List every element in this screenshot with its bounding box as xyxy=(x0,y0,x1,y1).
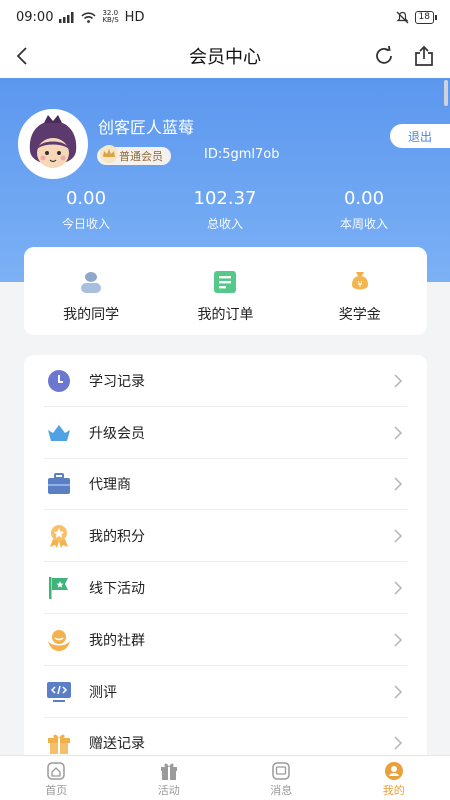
stat-label: 本周收入 xyxy=(339,217,388,231)
tab-messages[interactable]: 消息 xyxy=(225,756,338,800)
chevron-right-icon xyxy=(394,685,403,699)
points-medal-icon xyxy=(46,523,72,549)
tab-label: 首页 xyxy=(45,784,68,797)
status-time: 09:00 xyxy=(16,9,54,25)
stat-value: 102.37 xyxy=(193,188,257,209)
clock-icon xyxy=(46,368,72,394)
gift-icon xyxy=(46,730,72,755)
user-id: ID:5gml7ob xyxy=(204,147,280,162)
crown-icon xyxy=(46,420,72,446)
blueberry-avatar-icon xyxy=(20,111,86,177)
bottom-tab-bar: 首页 活动 消息 我的 xyxy=(0,755,450,800)
chevron-right-icon xyxy=(394,426,403,440)
scrollbar-thumb[interactable] xyxy=(444,80,448,106)
stat-label: 今日收入 xyxy=(61,217,110,231)
chevron-right-icon xyxy=(394,374,403,388)
activity-gift-icon xyxy=(160,763,177,780)
quick-action-orders[interactable]: 我的订单 xyxy=(158,247,292,335)
menu-item-label: 我的社群 xyxy=(89,632,145,649)
share-button[interactable] xyxy=(410,42,438,70)
member-level-label: 普通会员 xyxy=(119,150,163,163)
briefcase-icon xyxy=(46,471,72,497)
chevron-right-icon xyxy=(394,529,403,543)
code-monitor-icon xyxy=(46,679,72,705)
stat-today-income[interactable]: 0.00 今日收入 xyxy=(11,188,161,232)
tab-activity[interactable]: 活动 xyxy=(113,756,226,800)
nav-bar: 会员中心 xyxy=(0,34,450,78)
refresh-button[interactable] xyxy=(370,42,398,70)
logout-button[interactable]: 退出 xyxy=(390,124,450,148)
quick-action-label: 我的同学 xyxy=(63,307,120,323)
chevron-right-icon xyxy=(394,581,403,595)
menu-item-label: 测评 xyxy=(89,684,117,701)
community-icon xyxy=(46,627,72,653)
message-icon xyxy=(272,762,290,780)
menu-item-offline-events[interactable]: 线下活动 xyxy=(24,562,427,614)
scholarship-icon: ¥ xyxy=(347,269,373,295)
menu-item-assessment[interactable]: 测评 xyxy=(24,666,427,718)
menu-item-label: 赠送记录 xyxy=(89,736,145,753)
crown-icon xyxy=(100,145,118,163)
quick-action-label: 我的订单 xyxy=(197,307,254,323)
wifi-icon xyxy=(81,11,97,23)
menu-list: 学习记录 升级会员 代理商 我的积分 线下活动 我的社群 测评 赠送记录 xyxy=(24,355,427,755)
member-level-badge: 普通会员 xyxy=(97,145,171,165)
quick-action-scholarship[interactable]: ¥ 奖学金 xyxy=(293,247,427,335)
stat-label: 总收入 xyxy=(206,217,243,231)
back-arrow-icon xyxy=(16,47,27,65)
menu-item-gift-records[interactable]: 赠送记录 xyxy=(24,718,427,755)
menu-item-label: 线下活动 xyxy=(89,581,145,598)
flag-icon xyxy=(46,575,72,601)
profile-icon xyxy=(384,762,403,780)
menu-item-agent[interactable]: 代理商 xyxy=(24,459,427,511)
mute-icon xyxy=(396,11,409,23)
battery-icon: 18 xyxy=(414,10,438,24)
share-icon xyxy=(415,45,433,66)
tab-label: 我的 xyxy=(382,784,405,797)
classmates-icon xyxy=(78,269,104,295)
chevron-right-icon xyxy=(394,477,403,492)
tab-home[interactable]: 首页 xyxy=(0,756,113,800)
menu-item-label: 学习记录 xyxy=(89,373,145,390)
quick-actions-card: 我的同学 我的订单 ¥ 奖学金 xyxy=(24,247,427,335)
status-bar: 09:00 32.0 KB/S HD 18 xyxy=(0,0,450,34)
refresh-icon xyxy=(376,45,392,64)
back-button[interactable] xyxy=(10,42,34,70)
tab-mine[interactable]: 我的 xyxy=(338,756,450,800)
username: 创客匠人蓝莓 xyxy=(98,118,195,137)
home-icon xyxy=(47,762,65,780)
menu-item-label: 升级会员 xyxy=(89,425,145,442)
net-speed: 32.0 KB/S xyxy=(102,9,119,24)
orders-icon xyxy=(212,269,238,295)
menu-item-my-points[interactable]: 我的积分 xyxy=(24,510,427,562)
menu-item-label: 代理商 xyxy=(89,477,131,494)
chevron-right-icon xyxy=(394,633,403,647)
menu-item-label: 我的积分 xyxy=(89,529,145,546)
menu-item-my-community[interactable]: 我的社群 xyxy=(24,614,427,666)
page-title: 会员中心 xyxy=(189,47,261,68)
menu-item-upgrade-member[interactable]: 升级会员 xyxy=(24,407,427,459)
chevron-right-icon xyxy=(394,736,403,750)
avatar[interactable] xyxy=(18,109,88,179)
stat-value: 0.00 xyxy=(65,188,107,209)
stat-week-income[interactable]: 0.00 本周收入 xyxy=(289,188,439,232)
stat-value: 0.00 xyxy=(343,188,385,209)
tab-label: 活动 xyxy=(157,784,180,797)
network-type: HD xyxy=(124,9,145,25)
svg-text:¥: ¥ xyxy=(357,280,362,289)
menu-item-study-records[interactable]: 学习记录 xyxy=(24,355,427,407)
tab-label: 消息 xyxy=(270,784,293,797)
stat-total-income[interactable]: 102.37 总收入 xyxy=(150,188,300,232)
quick-action-classmates[interactable]: 我的同学 xyxy=(24,247,158,335)
signal-icon xyxy=(59,11,74,23)
quick-action-label: 奖学金 xyxy=(338,307,381,323)
